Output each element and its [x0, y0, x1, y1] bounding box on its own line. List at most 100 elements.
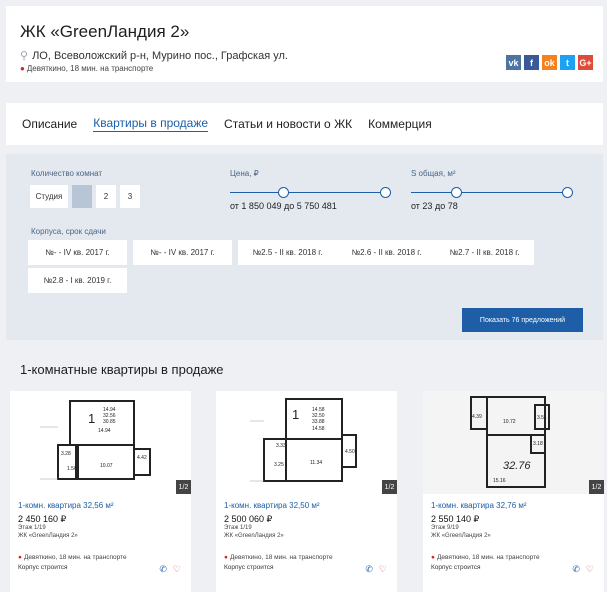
tab-description[interactable]: Описание — [22, 117, 77, 132]
room-option-1[interactable]: 1 — [72, 185, 92, 208]
metro-icon: ● — [224, 554, 228, 561]
social-share: vk f ok t G+ — [506, 55, 593, 70]
card-complex: ЖК «GreenЛандия 2» — [224, 533, 284, 539]
building-chip[interactable]: №2.6 - II кв. 2018 г. — [337, 240, 436, 265]
plan-label: 15.16 — [493, 478, 506, 484]
card-floor: Этаж 1/19 — [18, 525, 46, 531]
card-status: Корпус строится — [18, 564, 68, 571]
card-actions: ✆ ♡ — [365, 564, 387, 575]
plan-label: 4.39 — [472, 414, 482, 420]
floor-plan-image[interactable]: 4.39 10.72 3.51 3.18 32.76 15.16 1/2 — [423, 391, 604, 494]
twitter-icon[interactable]: t — [560, 55, 575, 70]
complex-header: ЖК «GreenЛандия 2» ⚲ ЛО, Всеволожский р-н… — [6, 6, 603, 82]
favorite-heart-icon[interactable]: ♡ — [586, 564, 594, 575]
card-title[interactable]: 1-комн. квартира 32,56 м² — [18, 501, 114, 510]
area-slider[interactable] — [411, 187, 573, 199]
facebook-label: f — [530, 57, 533, 68]
plan-label: 10.72 — [503, 419, 516, 425]
price-max-handle[interactable] — [380, 187, 391, 198]
vk-icon[interactable]: vk — [506, 55, 521, 70]
floor-plan-image[interactable]: 1 14.58 32.50 33.88 14.58 3.33 3.25 11.3… — [216, 391, 397, 494]
building-chip[interactable]: №- - IV кв. 2017 г. — [133, 240, 232, 265]
card-complex: ЖК «GreenЛандия 2» — [431, 533, 491, 539]
area-min-handle[interactable] — [451, 187, 462, 198]
metro-info: ● Девяткино, 18 мин. на транспорте — [20, 64, 153, 73]
card-metro: ● Девяткино, 18 мин. на транспорте — [18, 554, 127, 561]
plan-label: 30.85 — [103, 419, 116, 425]
room-option-studio[interactable]: Студия — [30, 185, 68, 208]
building-chip[interactable]: №2.5 - II кв. 2018 г. — [238, 240, 337, 265]
phone-icon[interactable]: ✆ — [365, 564, 373, 575]
favorite-heart-icon[interactable]: ♡ — [379, 564, 387, 575]
apartment-card[interactable]: 4.39 10.72 3.51 3.18 32.76 15.16 1/2 1-к… — [423, 391, 604, 592]
page-title: ЖК «GreenЛандия 2» — [20, 22, 190, 41]
odnoklassniki-label: ok — [544, 57, 555, 68]
phone-icon[interactable]: ✆ — [572, 564, 580, 575]
rooms-selector: Студия 1 2 3 — [30, 185, 140, 208]
tab-bar: Описание Квартиры в продаже Статьи и нов… — [6, 103, 603, 145]
plan-label: 14.94 — [98, 428, 111, 434]
odnoklassniki-icon[interactable]: ok — [542, 55, 557, 70]
card-title[interactable]: 1-комн. квартира 32,76 м² — [431, 501, 527, 510]
room-option-2[interactable]: 2 — [96, 185, 116, 208]
metro-icon: ● — [431, 554, 435, 561]
plan-label: 3.33 — [276, 443, 286, 449]
facebook-icon[interactable]: f — [524, 55, 539, 70]
card-metro-text: Девяткино, 18 мин. на транспорте — [436, 554, 540, 561]
plan-label: 11.34 — [310, 460, 322, 466]
building-chip[interactable]: №- - IV кв. 2017 г. — [28, 240, 127, 265]
card-floor: Этаж 9/19 — [431, 525, 459, 531]
card-title[interactable]: 1-комн. квартира 32,50 м² — [224, 501, 320, 510]
card-status: Корпус строится — [431, 564, 481, 571]
rooms-label: Количество комнат — [31, 169, 103, 178]
price-label: Цена, ₽ — [230, 169, 259, 178]
plan-label: 14.58 — [312, 426, 325, 432]
card-floor: Этаж 1/19 — [224, 525, 252, 531]
buildings-label: Корпуса, срок сдачи — [31, 227, 106, 236]
price-min-handle[interactable] — [278, 187, 289, 198]
google-plus-label: G+ — [579, 57, 592, 68]
floor-plan-image[interactable]: 1 14.94 32.56 30.85 14.94 3.28 1.56 10.0… — [10, 391, 191, 494]
card-metro: ● Девяткино, 18 мин. на транспорте — [224, 554, 333, 561]
photo-counter-badge: 1/2 — [176, 480, 191, 494]
floor-plan-drawing: 4.39 10.72 3.51 3.18 32.76 15.16 — [423, 391, 604, 494]
plan-label: 33.88 — [312, 419, 325, 425]
room-option-3[interactable]: 3 — [120, 185, 140, 208]
photo-counter-badge: 1/2 — [382, 480, 397, 494]
complex-address: ⚲ ЛО, Всеволожский р-н, Мурино пос., Граф… — [20, 49, 288, 62]
address-text: ЛО, Всеволожский р-н, Мурино пос., Графс… — [32, 50, 288, 62]
card-actions: ✆ ♡ — [572, 564, 594, 575]
twitter-label: t — [566, 57, 569, 68]
card-price: 2 450 160 ₽ — [18, 514, 67, 524]
plan-label: 3.25 — [274, 462, 284, 468]
building-chip[interactable]: №2.7 - II кв. 2018 г. — [435, 240, 534, 265]
tab-news[interactable]: Статьи и новости о ЖК — [224, 117, 352, 132]
card-price: 2 550 140 ₽ — [431, 514, 480, 524]
tab-commercial[interactable]: Коммерция — [368, 117, 432, 132]
plan-label-room: 1 — [88, 411, 95, 426]
apartment-card[interactable]: 1 14.58 32.50 33.88 14.58 3.33 3.25 11.3… — [216, 391, 397, 592]
location-pin-icon: ⚲ — [20, 50, 29, 62]
area-range-value: от 23 до 78 — [411, 201, 458, 211]
plan-label-area: 32.76 — [503, 460, 531, 472]
metro-icon: ● — [18, 554, 22, 561]
filter-panel: Количество комнат Студия 1 2 3 Цена, ₽ о… — [6, 154, 603, 340]
vk-label: vk — [508, 57, 519, 68]
card-metro: ● Девяткино, 18 мин. на транспорте — [431, 554, 540, 561]
tab-apartments[interactable]: Квартиры в продаже — [93, 116, 209, 132]
phone-icon[interactable]: ✆ — [159, 564, 167, 575]
metro-icon: ● — [20, 64, 25, 73]
plan-label: 3.51 — [537, 415, 547, 421]
card-actions: ✆ ♡ — [159, 564, 181, 575]
area-max-handle[interactable] — [562, 187, 573, 198]
apartment-card[interactable]: 1 14.94 32.56 30.85 14.94 3.28 1.56 10.0… — [10, 391, 191, 592]
plan-label: 10.07 — [100, 463, 113, 469]
building-chip[interactable]: №2.8 - I кв. 2019 г. — [28, 268, 127, 293]
favorite-heart-icon[interactable]: ♡ — [173, 564, 181, 575]
card-status: Корпус строится — [224, 564, 274, 571]
section-title: 1-комнатные квартиры в продаже — [20, 362, 224, 377]
price-range-value: от 1 850 049 до 5 750 481 — [230, 201, 337, 211]
price-slider[interactable] — [230, 187, 391, 199]
google-plus-icon[interactable]: G+ — [578, 55, 593, 70]
show-offers-button[interactable]: Показать 76 предложений — [462, 308, 583, 332]
